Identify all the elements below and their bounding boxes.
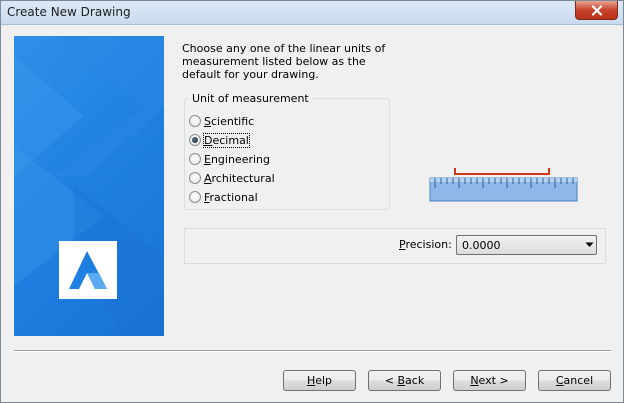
next-button[interactable]: Next > (453, 370, 526, 391)
radio-label-scientific: Scientific (204, 114, 255, 128)
radio-button[interactable] (189, 115, 201, 127)
radio-engineering[interactable]: Engineering (189, 151, 270, 167)
radio-label-fractional: Fractional (204, 190, 258, 204)
create-new-drawing-dialog: Create New Drawing Choose any one of the… (0, 0, 624, 403)
cancel-button[interactable]: Cancel (538, 370, 611, 391)
radio-button[interactable] (189, 191, 201, 203)
radio-architectural[interactable]: Architectural (189, 170, 275, 186)
title-bar: Create New Drawing (1, 1, 623, 25)
ruler-icon (429, 168, 578, 202)
radio-button[interactable] (189, 134, 201, 146)
footer-separator (14, 350, 611, 352)
intro-text: Choose any one of the linear units of me… (182, 42, 386, 81)
radio-decimal[interactable]: Decimal (189, 132, 250, 148)
unit-groupbox-legend: Unit of measurement (189, 92, 312, 105)
close-icon (591, 4, 602, 16)
app-logo-tile (59, 241, 117, 299)
radio-scientific[interactable]: Scientific (189, 113, 254, 129)
radio-button[interactable] (189, 153, 201, 165)
back-button[interactable]: < Back (368, 370, 441, 391)
radio-label-architectural: Architectural (204, 171, 275, 185)
precision-value: 0.0000 (462, 238, 501, 252)
radio-button[interactable] (189, 172, 201, 184)
app-logo-icon (69, 251, 107, 289)
radio-fractional[interactable]: Fractional (189, 189, 258, 205)
precision-label: Precision: (399, 238, 452, 251)
window-title: Create New Drawing (7, 5, 131, 19)
radio-label-engineering: Engineering (204, 152, 271, 166)
side-banner (14, 36, 164, 336)
help-button[interactable]: Help (283, 370, 356, 391)
ruler-preview (429, 166, 579, 204)
chevron-down-icon (582, 242, 596, 248)
precision-select[interactable]: 0.0000 (456, 235, 597, 255)
radio-label-decimal: Decimal (203, 132, 250, 148)
close-button[interactable] (575, 1, 618, 20)
